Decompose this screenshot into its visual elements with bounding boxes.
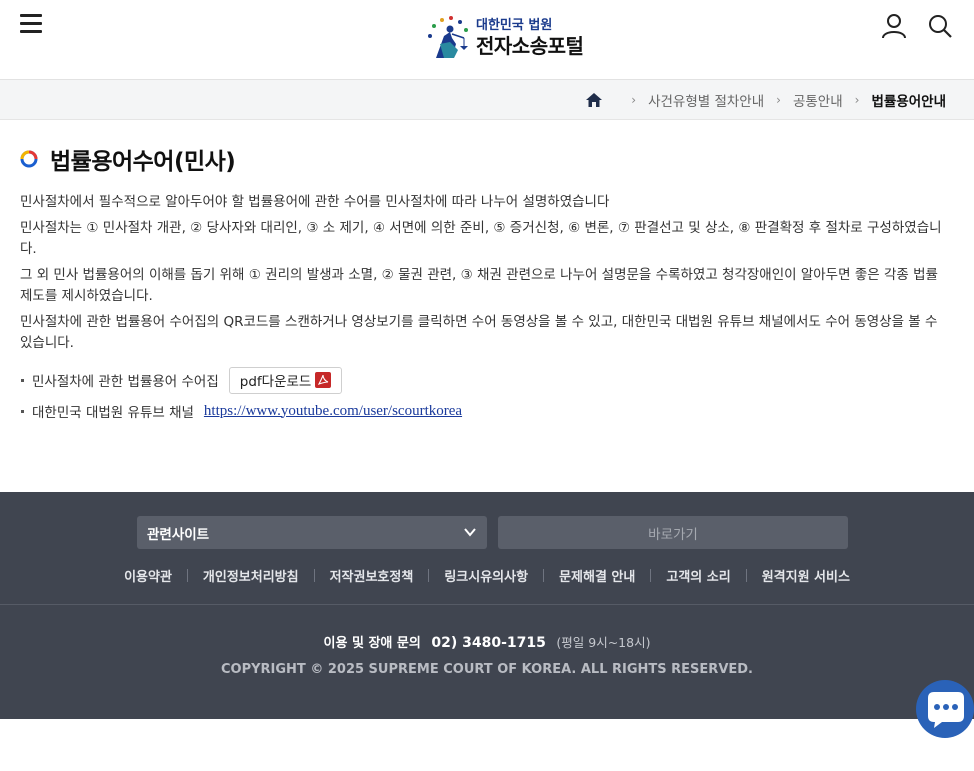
related-sites-select[interactable]: 관련사이트 <box>137 516 487 549</box>
chevron-right-icon: › <box>631 93 637 107</box>
list-item: 민사절차에 관한 법률용어 수어집 pdf다운로드 <box>20 366 954 394</box>
footer-link-link-notice[interactable]: 링크시유의사항 <box>429 566 543 585</box>
contact-phone: 02) 3480-1715 <box>431 635 546 651</box>
description-paragraph: 민사절차에서 필수적으로 알아두어야 할 법률용어에 관한 수어를 민사절차에 … <box>20 194 610 210</box>
chevron-right-icon: › <box>776 93 781 107</box>
footer-links: 이용약관 개인정보처리방침 저작권보호정책 링크시유의사항 문제해결 안내 고객… <box>0 566 974 585</box>
footer-link-feedback[interactable]: 고객의 소리 <box>651 566 745 585</box>
list-item: 대한민국 대법원 유튜브 채널 https://www.youtube.com/… <box>20 398 954 425</box>
bullet-icon <box>21 409 24 413</box>
hamburger-menu-icon[interactable] <box>20 14 42 34</box>
chat-bubble-icon <box>928 692 964 728</box>
breadcrumb-item-common-guide[interactable]: 공통안내 <box>793 90 843 110</box>
go-button[interactable]: 바로가기 <box>498 516 848 549</box>
page-title: 법률용어수어(민사) <box>50 149 236 175</box>
resource-links: 민사절차에 관한 법률용어 수어집 pdf다운로드 대한민국 대법원 유튜브 채… <box>20 366 954 425</box>
breadcrumb-item-legal-terms[interactable]: 법률용어안내 <box>871 90 946 110</box>
search-icon[interactable] <box>926 12 954 40</box>
logo-title: 전자소송포털 <box>476 33 584 58</box>
breadcrumb: › 사건유형별 절차안내 › 공통안내 › 법률용어안내 <box>0 80 974 120</box>
description-paragraph: 민사절차는 ① 민사절차 개관, ② 당사자와 대리인, ③ 소 제기, ④ 서… <box>20 219 942 258</box>
description-paragraph: 민사절차에 관한 법률용어 수어집의 QR코드를 스캔하거나 영상보기를 클릭하… <box>20 313 938 352</box>
footer-link-remote-support[interactable]: 원격지원 서비스 <box>747 566 865 585</box>
main-content: 법률용어수어(민사) 민사절차에서 필수적으로 알아두어야 할 법률용어에 관한… <box>0 120 974 429</box>
description: 민사절차에서 필수적으로 알아두어야 할 법률용어에 관한 수어를 민사절차에 … <box>20 192 954 355</box>
logo-subtitle: 대한민국 법원 <box>476 17 553 33</box>
breadcrumb-item-case-procedures[interactable]: 사건유형별 절차안내 <box>648 90 764 110</box>
youtube-label: 대한민국 대법원 유튜브 채널 <box>32 405 194 421</box>
pdf-download-label: pdf다운로드 <box>239 374 312 390</box>
pdf-label: 민사절차에 관한 법률용어 수어집 <box>32 374 219 390</box>
contact-info: 이용 및 장애 문의 02) 3480-1715 (평일 9시~18시) <box>0 632 974 651</box>
site-footer: 관련사이트 바로가기 이용약관 개인정보처리방침 저작권보호정책 링크시유의사항… <box>0 492 974 719</box>
user-icon[interactable] <box>880 12 908 40</box>
bullet-icon <box>21 378 24 382</box>
description-paragraph: 그 외 민사 법률용어의 이해를 돕기 위해 ① 권리의 발생과 소멸, ② 물… <box>20 266 938 305</box>
footer-link-terms[interactable]: 이용약관 <box>109 566 187 585</box>
footer-link-troubleshoot[interactable]: 문제해결 안내 <box>544 566 650 585</box>
chevron-right-icon: › <box>854 93 860 107</box>
pdf-download-button[interactable]: pdf다운로드 <box>228 366 343 394</box>
footer-divider <box>0 604 974 605</box>
contact-label: 이용 및 장애 문의 <box>323 636 421 651</box>
chevron-down-icon <box>464 528 476 537</box>
court-emblem-icon <box>428 16 468 58</box>
site-header: 대한민국 법원 전자소송포털 <box>0 0 974 80</box>
footer-link-privacy[interactable]: 개인정보처리방침 <box>188 566 314 585</box>
chatbot-button[interactable] <box>916 680 974 738</box>
contact-hours: (평일 9시~18시) <box>556 635 651 650</box>
title-bullet-icon <box>20 150 38 168</box>
site-logo[interactable]: 대한민국 법원 전자소송포털 <box>422 14 584 60</box>
pdf-icon <box>315 372 332 388</box>
youtube-channel-link[interactable]: https://www.youtube.com/user/scourtkorea <box>204 403 462 420</box>
copyright: COPYRIGHT © 2025 SUPREME COURT OF KOREA.… <box>221 662 753 677</box>
related-sites-label: 관련사이트 <box>147 526 210 543</box>
home-icon[interactable] <box>585 91 603 109</box>
footer-link-copyright[interactable]: 저작권보호정책 <box>315 566 429 585</box>
